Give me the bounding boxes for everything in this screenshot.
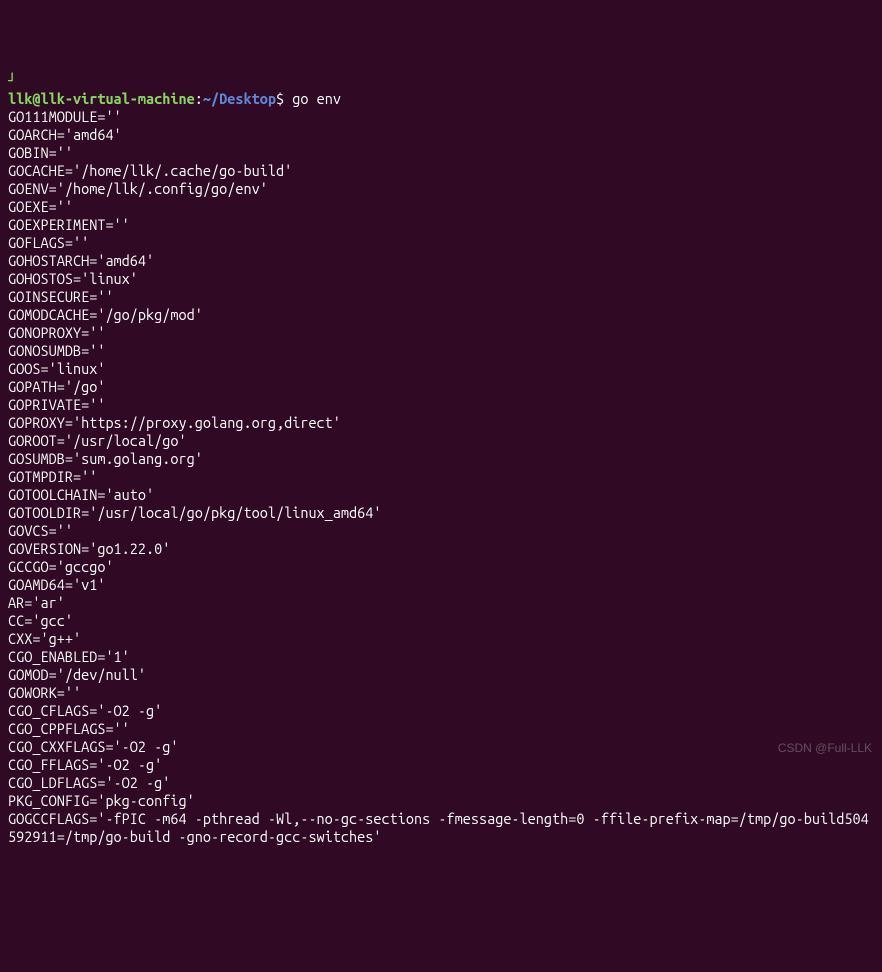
- env-line: GOTOOLDIR='/usr/local/go/pkg/tool/linux_…: [8, 504, 382, 521]
- prompt-colon: :: [195, 90, 203, 107]
- env-line: GOARCH='amd64': [8, 126, 122, 143]
- env-line: GOPRIVATE='': [8, 396, 105, 413]
- env-line: GOTMPDIR='': [8, 468, 97, 485]
- env-line: GOPROXY='https://proxy.golang.org,direct…: [8, 414, 341, 431]
- env-line: GOBIN='': [8, 144, 73, 161]
- command-text: go env: [292, 90, 341, 107]
- env-line: GOGCCFLAGS='-fPIC -m64 -pthread -Wl,--no…: [8, 810, 869, 845]
- env-line: CGO_FFLAGS='-O2 -g': [8, 756, 162, 773]
- env-line: CGO_ENABLED='1': [8, 648, 130, 665]
- env-line: CGO_LDFLAGS='-O2 -g': [8, 774, 170, 791]
- terminal-output[interactable]: ┘ llk@llk-virtual-machine:~/Desktop$ go …: [8, 72, 874, 846]
- prompt-dollar: $: [276, 90, 284, 107]
- prompt-user: llk@llk-virtual-machine: [8, 90, 195, 107]
- env-line: GOCACHE='/home/llk/.cache/go-build': [8, 162, 292, 179]
- prompt-tail-glyph: ┘: [8, 72, 16, 89]
- env-line: GOEXPERIMENT='': [8, 216, 130, 233]
- env-line: GOVERSION='go1.22.0': [8, 540, 170, 557]
- env-line: PKG_CONFIG='pkg-config': [8, 792, 195, 809]
- env-line: CC='gcc': [8, 612, 73, 629]
- env-line: GCCGO='gccgo': [8, 558, 114, 575]
- env-line: GOROOT='/usr/local/go': [8, 432, 187, 449]
- env-line: GONOSUMDB='': [8, 342, 105, 359]
- env-line: GOEXE='': [8, 198, 73, 215]
- env-line: GOSUMDB='sum.golang.org': [8, 450, 203, 467]
- env-line: GOFLAGS='': [8, 234, 89, 251]
- env-line: CGO_CPPFLAGS='': [8, 720, 130, 737]
- env-line: CGO_CFLAGS='-O2 -g': [8, 702, 162, 719]
- env-line: CGO_CXXFLAGS='-O2 -g': [8, 738, 179, 755]
- env-line: GOAMD64='v1': [8, 576, 105, 593]
- env-line: GOMOD='/dev/null': [8, 666, 146, 683]
- prompt-path: ~/Desktop: [203, 90, 276, 107]
- env-line: GOPATH='/go': [8, 378, 105, 395]
- env-line: GONOPROXY='': [8, 324, 105, 341]
- env-line: GOHOSTOS='linux': [8, 270, 138, 287]
- env-line: GOOS='linux': [8, 360, 105, 377]
- env-line: GO111MODULE='': [8, 108, 122, 125]
- env-line: GOTOOLCHAIN='auto': [8, 486, 154, 503]
- env-line: GOENV='/home/llk/.config/go/env': [8, 180, 268, 197]
- env-line: GOHOSTARCH='amd64': [8, 252, 154, 269]
- env-line: AR='ar': [8, 594, 65, 611]
- env-line: GOWORK='': [8, 684, 81, 701]
- env-line: GOMODCACHE='/go/pkg/mod': [8, 306, 203, 323]
- env-line: GOINSECURE='': [8, 288, 114, 305]
- env-line: GOVCS='': [8, 522, 73, 539]
- env-line: CXX='g++': [8, 630, 81, 647]
